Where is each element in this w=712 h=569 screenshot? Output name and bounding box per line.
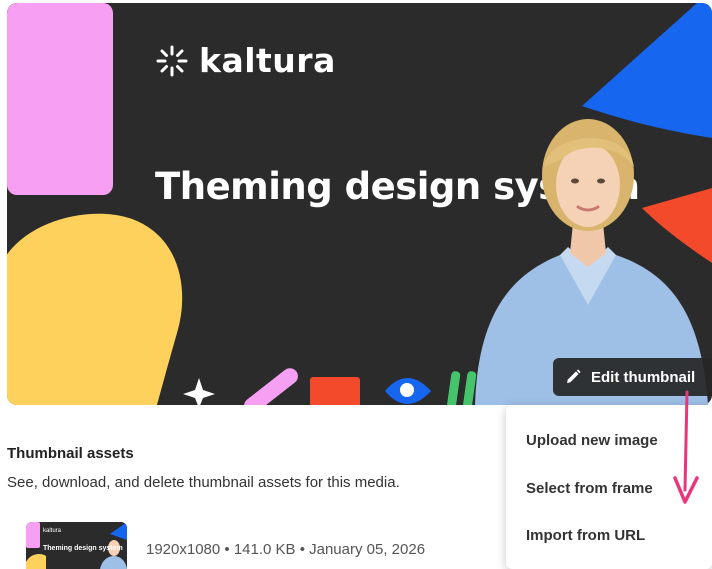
brand-name: kaltura bbox=[199, 41, 336, 80]
asset-metadata: 1920x1080 • 141.0 KB • January 05, 2026 bbox=[146, 541, 426, 558]
yellow-blob-shape bbox=[7, 213, 183, 405]
edit-thumbnail-label: Edit thumbnail bbox=[591, 368, 696, 386]
menu-item-upload-new-image[interactable]: Upload new image bbox=[526, 432, 658, 449]
pink-stick-shape bbox=[244, 368, 298, 405]
kaltura-asterisk-icon bbox=[156, 45, 188, 76]
red-square-shape bbox=[310, 377, 360, 405]
brand-logo: kaltura bbox=[155, 41, 336, 80]
menu-item-import-from-url[interactable]: Import from URL bbox=[526, 527, 645, 544]
green-bar-shape bbox=[446, 371, 461, 405]
section-title: Thumbnail assets bbox=[7, 445, 134, 462]
section-description: See, download, and delete thumbnail asse… bbox=[7, 474, 400, 491]
pink-block-shape bbox=[7, 3, 113, 195]
asset-thumbnail[interactable]: kaltura Theming design system bbox=[26, 522, 127, 569]
menu-item-select-from-frame[interactable]: Select from frame bbox=[526, 480, 653, 497]
star-shape bbox=[183, 378, 215, 405]
pencil-icon bbox=[567, 369, 581, 383]
asset-thumbnail-title: Theming design system bbox=[43, 545, 123, 552]
asset-thumbnail-brand: kaltura bbox=[43, 528, 62, 534]
annotation-arrow bbox=[673, 390, 699, 504]
